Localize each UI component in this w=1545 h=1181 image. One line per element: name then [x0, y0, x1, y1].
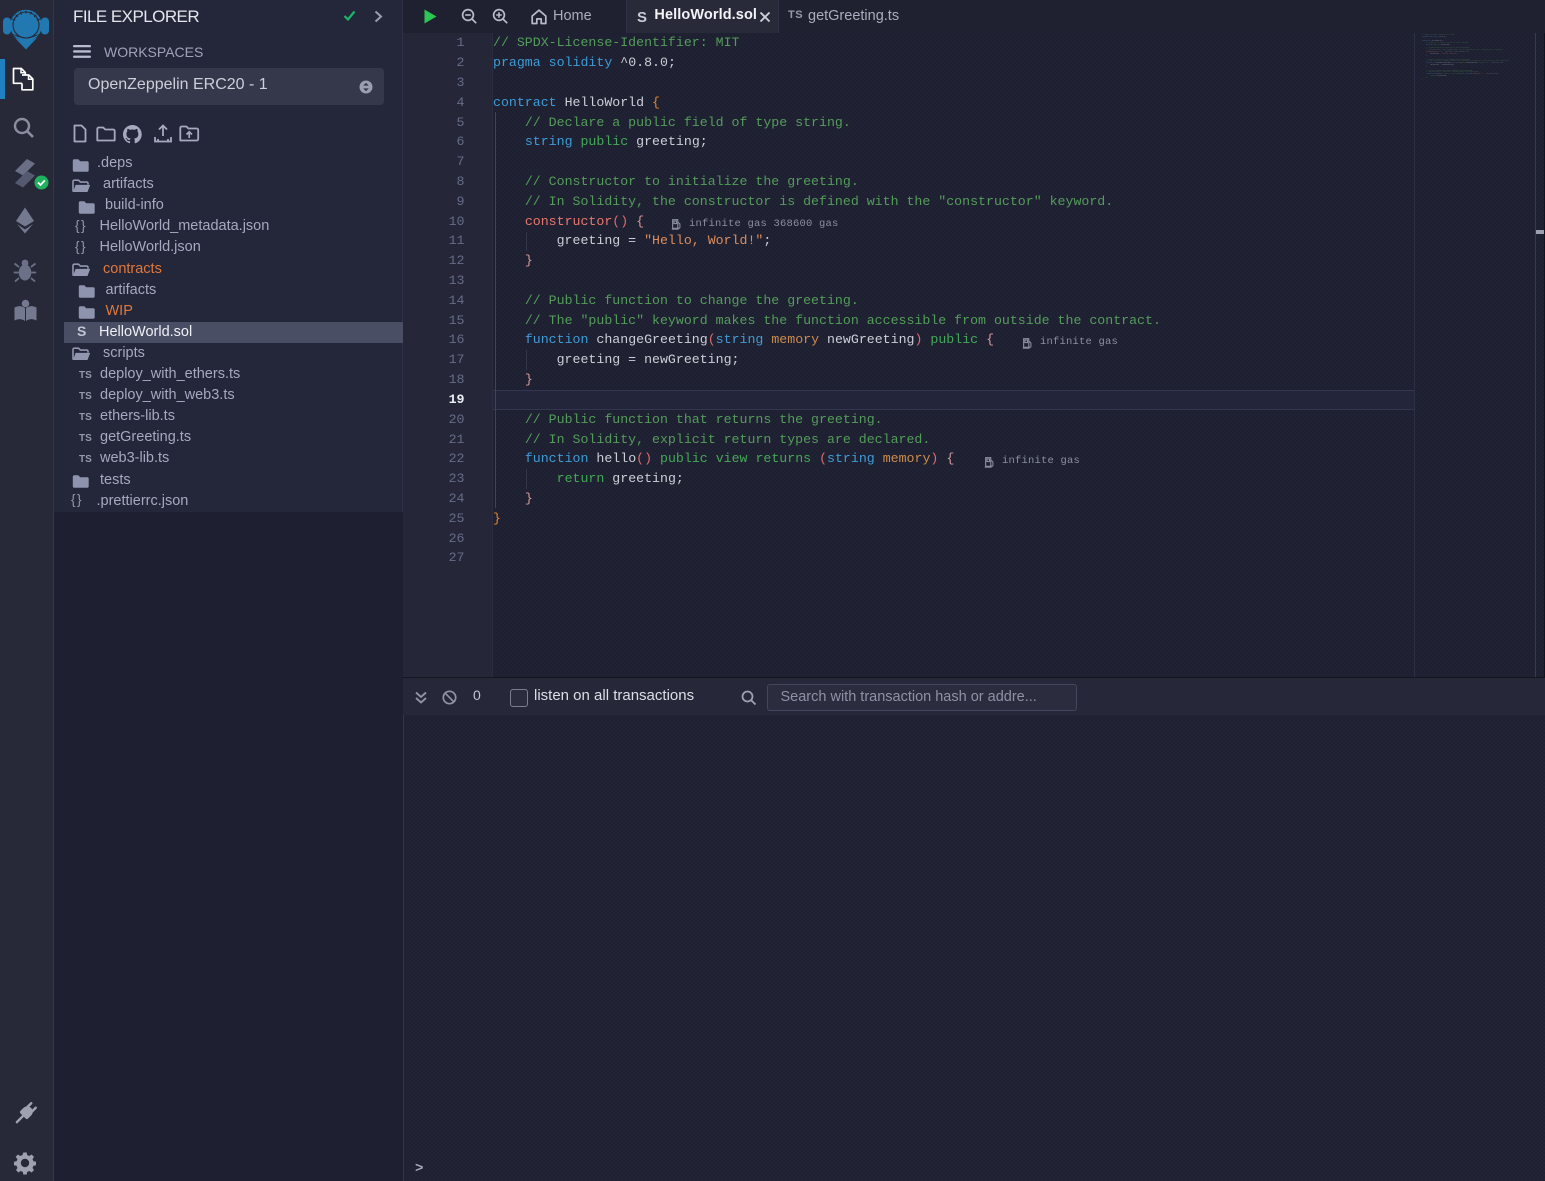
- svg-text:S: S: [637, 9, 647, 25]
